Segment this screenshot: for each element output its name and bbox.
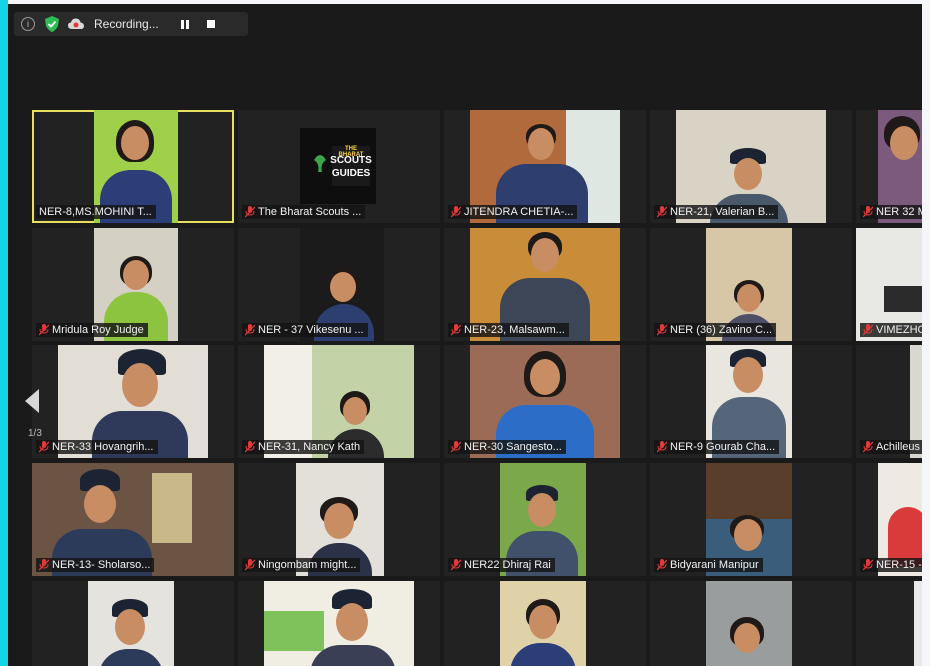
participant-name-label: Ningombam might... <box>242 558 361 572</box>
participant-name-label: NER-9 Gourab Cha... <box>654 440 780 454</box>
participant-tile[interactable] <box>856 581 922 666</box>
participant-name-label: The Bharat Scouts ... <box>242 205 366 219</box>
participant-tile[interactable]: NER-31, Nancy Kath <box>238 345 440 458</box>
logo-text: GUIDES <box>331 168 371 179</box>
previous-page-arrow-icon[interactable] <box>25 389 39 413</box>
participant-tile[interactable]: NER-21, Valerian B... <box>650 110 852 223</box>
muted-mic-icon <box>863 206 873 218</box>
gallery-grid: NER-8,MS.MOHINI T... THE BHARAT SCOUTS G… <box>8 4 922 666</box>
participant-name-label: VIMEZHO <box>860 323 922 337</box>
participant-name-label: NER-31, Nancy Kath <box>242 440 365 454</box>
page-indicator: 1/3 <box>28 428 42 439</box>
muted-mic-icon <box>863 324 873 336</box>
info-icon[interactable]: i <box>20 16 36 32</box>
participant-tile[interactable]: JITENDRA CHETIA-... <box>444 110 646 223</box>
muted-mic-icon <box>657 559 667 571</box>
stop-icon[interactable] <box>206 20 215 28</box>
participant-tile[interactable] <box>444 581 646 666</box>
muted-mic-icon <box>451 324 461 336</box>
participant-tile[interactable]: NER - 37 Vikesenu ... <box>238 228 440 341</box>
participant-name-label: NER-30 Sangesto... <box>448 440 566 454</box>
video-feed <box>88 581 174 666</box>
logo-text: SCOUTS <box>330 155 372 166</box>
participant-tile[interactable]: Mridula Roy Judge <box>32 228 234 341</box>
muted-mic-icon <box>245 441 255 453</box>
participant-tile[interactable] <box>650 581 852 666</box>
desktop-edge <box>0 0 8 666</box>
recording-toolbar: i Recording... <box>14 12 248 36</box>
muted-mic-icon <box>451 559 461 571</box>
participant-name-label: NER (36) Zavino C... <box>654 323 777 337</box>
participant-name-label: NER-8,MS.MOHINI T... <box>36 205 156 219</box>
participant-tile[interactable]: NER-8,MS.MOHINI T... <box>32 110 234 223</box>
participant-name-label: Bidyarani Manipur <box>654 558 763 572</box>
participant-tile[interactable]: NER-13- Sholarso... <box>32 463 234 576</box>
participant-tile[interactable]: Achilleus <box>856 345 922 458</box>
muted-mic-icon <box>657 206 667 218</box>
participant-tile[interactable]: NER-9 Gourab Cha... <box>650 345 852 458</box>
muted-mic-icon <box>245 206 255 218</box>
participant-name-label: NER-23, Malsawm... <box>448 323 569 337</box>
participant-name-label: NER22 Dhiraj Rai <box>448 558 555 572</box>
recording-status: Recording... <box>94 17 159 31</box>
bharat-scouts-logo: THE BHARAT SCOUTS GUIDES <box>300 128 376 204</box>
muted-mic-icon <box>451 441 461 453</box>
video-feed <box>914 581 922 666</box>
participant-tile[interactable]: THE BHARAT SCOUTS GUIDES The Bharat Scou… <box>238 110 440 223</box>
video-feed <box>706 581 792 666</box>
participant-tile[interactable]: NER (36) Zavino C... <box>650 228 852 341</box>
video-feed <box>500 581 586 666</box>
participant-tile[interactable]: NER 32 M <box>856 110 922 223</box>
participant-name-label: JITENDRA CHETIA-... <box>448 205 578 219</box>
participant-tile[interactable]: Bidyarani Manipur <box>650 463 852 576</box>
participant-name-label: NER-21, Valerian B... <box>654 205 779 219</box>
participant-name-label: NER-13- Sholarso... <box>36 558 155 572</box>
participant-name-label: Achilleus <box>860 440 922 454</box>
muted-mic-icon <box>39 441 49 453</box>
muted-mic-icon <box>863 441 873 453</box>
muted-mic-icon <box>657 324 667 336</box>
participant-tile[interactable] <box>32 581 234 666</box>
participant-tile[interactable]: NER22 Dhiraj Rai <box>444 463 646 576</box>
muted-mic-icon <box>863 559 873 571</box>
muted-mic-icon <box>245 324 255 336</box>
muted-mic-icon <box>39 324 49 336</box>
muted-mic-icon <box>451 206 461 218</box>
meeting-window: NER-8,MS.MOHINI T... THE BHARAT SCOUTS G… <box>8 4 922 666</box>
participant-name-label: Mridula Roy Judge <box>36 323 148 337</box>
participant-tile[interactable]: NER-15 - <box>856 463 922 576</box>
pause-icon[interactable] <box>180 19 189 29</box>
participant-tile[interactable]: NER-33 Hovangrih... <box>32 345 234 458</box>
participant-tile[interactable]: VIMEZHO <box>856 228 922 341</box>
participant-name-label: NER - 37 Vikesenu ... <box>242 323 368 337</box>
participant-tile[interactable]: Ningombam might... <box>238 463 440 576</box>
cloud-record-icon <box>68 16 84 32</box>
participant-tile[interactable] <box>238 581 440 666</box>
muted-mic-icon <box>657 441 667 453</box>
video-feed <box>264 581 414 666</box>
participant-tile[interactable]: NER-23, Malsawm... <box>444 228 646 341</box>
participant-name-label: NER-33 Hovangrih... <box>36 440 158 454</box>
participant-tile[interactable]: NER-30 Sangesto... <box>444 345 646 458</box>
muted-mic-icon <box>39 559 49 571</box>
participant-name-label: NER 32 M <box>860 205 922 219</box>
participant-name-label: NER-15 - <box>860 558 922 572</box>
muted-mic-icon <box>245 559 255 571</box>
shield-check-icon[interactable] <box>44 16 60 32</box>
